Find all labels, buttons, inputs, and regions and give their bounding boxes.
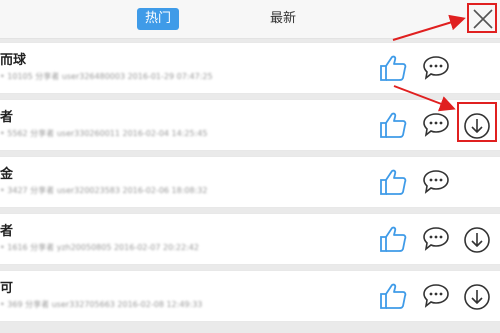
comment-bubble-icon[interactable] — [422, 283, 450, 309]
close-button[interactable] — [467, 3, 497, 33]
comment-bubble-icon[interactable] — [422, 55, 450, 81]
thumbs-up-icon[interactable] — [378, 224, 408, 254]
item-meta: • 3427 分享者 user320023583 2016-02-06 18:0… — [0, 186, 208, 195]
comment-bubble-icon[interactable] — [422, 169, 450, 195]
download-circle-icon[interactable] — [463, 226, 491, 254]
item-meta: • 369 分享者 user332705663 2016-02-08 12:49… — [0, 300, 203, 309]
tab-hot[interactable]: 热门 — [137, 8, 180, 30]
item-title: 者 — [0, 110, 14, 125]
list-item[interactable]: 金 • 3427 分享者 user320023583 2016-02-06 18… — [0, 156, 500, 208]
comment-bubble-icon[interactable] — [422, 112, 450, 138]
comment-bubble-icon[interactable] — [422, 226, 450, 252]
list-item[interactable]: 可 • 369 分享者 user332705663 2016-02-08 12:… — [0, 270, 500, 322]
item-meta: • 1616 分享者 yzh20050805 2016-02-07 20:22:… — [0, 243, 199, 252]
download-circle-icon[interactable] — [463, 283, 491, 311]
item-meta: • 5562 分享者 user330260011 2016-02-04 14:2… — [0, 129, 208, 138]
thumbs-up-icon[interactable] — [378, 110, 408, 140]
item-title: 可 — [0, 281, 14, 296]
list-item[interactable]: 而球 • 10105 分享者 user326480003 2016-01-29 … — [0, 42, 500, 94]
item-title: 者 — [0, 224, 14, 239]
item-meta: • 10105 分享者 user326480003 2016-01-29 07:… — [0, 72, 213, 81]
tab-latest[interactable]: 最新 — [262, 8, 304, 30]
close-x-icon — [473, 9, 493, 29]
thumbs-up-icon[interactable] — [378, 167, 408, 197]
thumbs-up-icon[interactable] — [378, 281, 408, 311]
list-item[interactable]: 者 • 1616 分享者 yzh20050805 2016-02-07 20:2… — [0, 213, 500, 265]
thumbs-up-icon[interactable] — [378, 53, 408, 83]
item-title: 而球 — [0, 53, 27, 68]
list-item[interactable]: 者 • 5562 分享者 user330260011 2016-02-04 14… — [0, 99, 500, 151]
item-title: 金 — [0, 167, 14, 182]
download-highlight-box — [457, 102, 497, 142]
top-bar: 热门 最新 — [0, 0, 500, 39]
